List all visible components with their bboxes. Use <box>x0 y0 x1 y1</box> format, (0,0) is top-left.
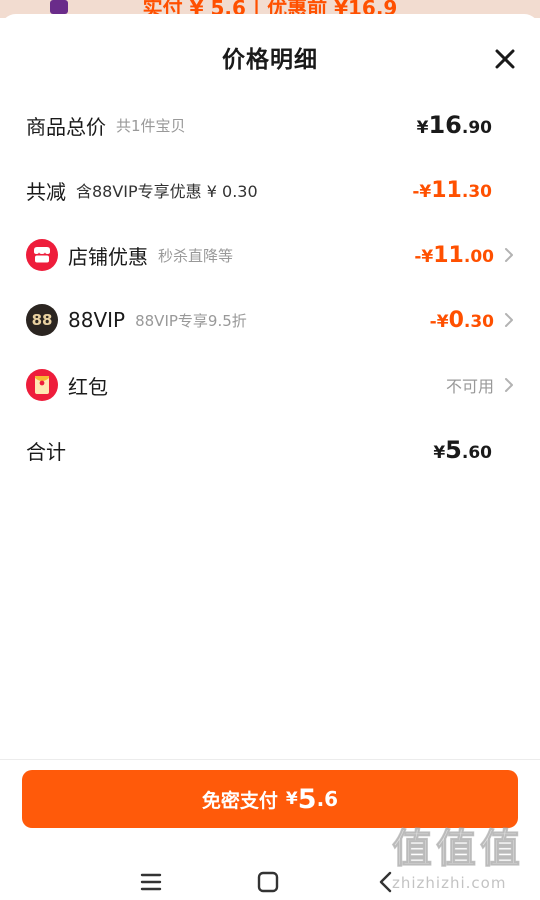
nav-home-button[interactable] <box>254 868 282 896</box>
total-price: ¥ 16 .90 <box>417 105 492 145</box>
total-item-count: 共1件宝贝 <box>116 116 186 135</box>
shop-int: 11 <box>433 242 464 268</box>
red-packet-icon <box>26 369 58 401</box>
row-sum: 合计 ¥ 5 .60 <box>26 430 516 470</box>
vip-label: 88VIP <box>68 308 126 332</box>
shop-currency: -¥ <box>414 246 434 267</box>
shop-discount-sub: 秒杀直降等 <box>158 246 234 265</box>
row-red-packet[interactable]: 红包 不可用 <box>26 365 516 405</box>
sum-int: 5 <box>445 436 462 464</box>
discount-dec: .30 <box>461 181 492 202</box>
chevron-right-icon <box>505 248 513 262</box>
shop-dec: .00 <box>463 246 494 267</box>
sheet-title: 价格明细 <box>222 47 318 73</box>
row-total: 商品总价 共1件宝贝 ¥ 16 .90 <box>26 105 516 145</box>
vip-currency: -¥ <box>429 311 449 332</box>
sum-dec: .60 <box>461 443 492 463</box>
home-icon <box>257 871 279 893</box>
red-packet-label: 红包 <box>68 374 108 399</box>
shop-icon <box>26 239 58 271</box>
menu-icon <box>140 873 162 891</box>
shop-discount-price: -¥ 11 .00 <box>414 235 516 275</box>
chevron-right-icon <box>505 313 513 327</box>
total-label: 商品总价 <box>26 114 106 139</box>
close-icon <box>495 49 515 69</box>
vip-int: 0 <box>448 307 464 333</box>
red-packet-status-wrap: 不可用 <box>446 365 516 405</box>
total-currency: ¥ <box>416 118 429 138</box>
discount-price: -¥ 11 .30 <box>412 170 492 210</box>
row-shop-discount[interactable]: 店铺优惠 秒杀直降等 -¥ 11 .00 <box>26 235 516 275</box>
discount-label: 共减 <box>26 179 66 204</box>
nav-back-button[interactable] <box>372 868 400 896</box>
sum-currency: ¥ <box>433 443 446 463</box>
discount-int: 11 <box>431 177 462 203</box>
back-icon <box>379 871 392 893</box>
shop-discount-label: 店铺优惠 <box>68 244 148 269</box>
pay-dec: .6 <box>316 787 339 811</box>
vip-sub: 88VIP专享9.5折 <box>135 311 247 330</box>
red-packet-status: 不可用 <box>445 377 494 396</box>
pay-currency: ¥ <box>285 789 298 809</box>
bottom-divider <box>0 759 540 760</box>
sum-price: ¥ 5 .60 <box>433 430 492 470</box>
pay-int: 5 <box>297 783 317 815</box>
discount-currency: -¥ <box>412 181 432 202</box>
vip-badge-icon: 88 <box>26 304 58 336</box>
close-button[interactable] <box>490 44 520 74</box>
row-88vip[interactable]: 88 88VIP 88VIP专享9.5折 -¥ 0 .30 <box>26 300 516 340</box>
chevron-right-icon <box>505 378 513 392</box>
sum-label: 合计 <box>26 439 66 464</box>
discount-sub: 含88VIP专享优惠 ¥ 0.30 <box>76 182 258 201</box>
system-nav-bar <box>0 854 540 900</box>
total-dec: .90 <box>461 118 492 138</box>
vip-price: -¥ 0 .30 <box>430 300 516 340</box>
price-detail-sheet: 价格明细 商品总价 共1件宝贝 ¥ 16 .90 共减 含88VIP专享优惠 ¥… <box>0 14 540 900</box>
nav-menu-button[interactable] <box>137 868 165 896</box>
row-discount: 共减 含88VIP专享优惠 ¥ 0.30 -¥ 11 .30 <box>26 170 516 210</box>
vip-dec: .30 <box>463 311 494 332</box>
total-int: 16 <box>428 111 462 139</box>
pay-button-label: 免密支付 <box>201 789 278 812</box>
password-free-pay-button[interactable]: 免密支付 ¥ 5 .6 <box>22 770 518 828</box>
